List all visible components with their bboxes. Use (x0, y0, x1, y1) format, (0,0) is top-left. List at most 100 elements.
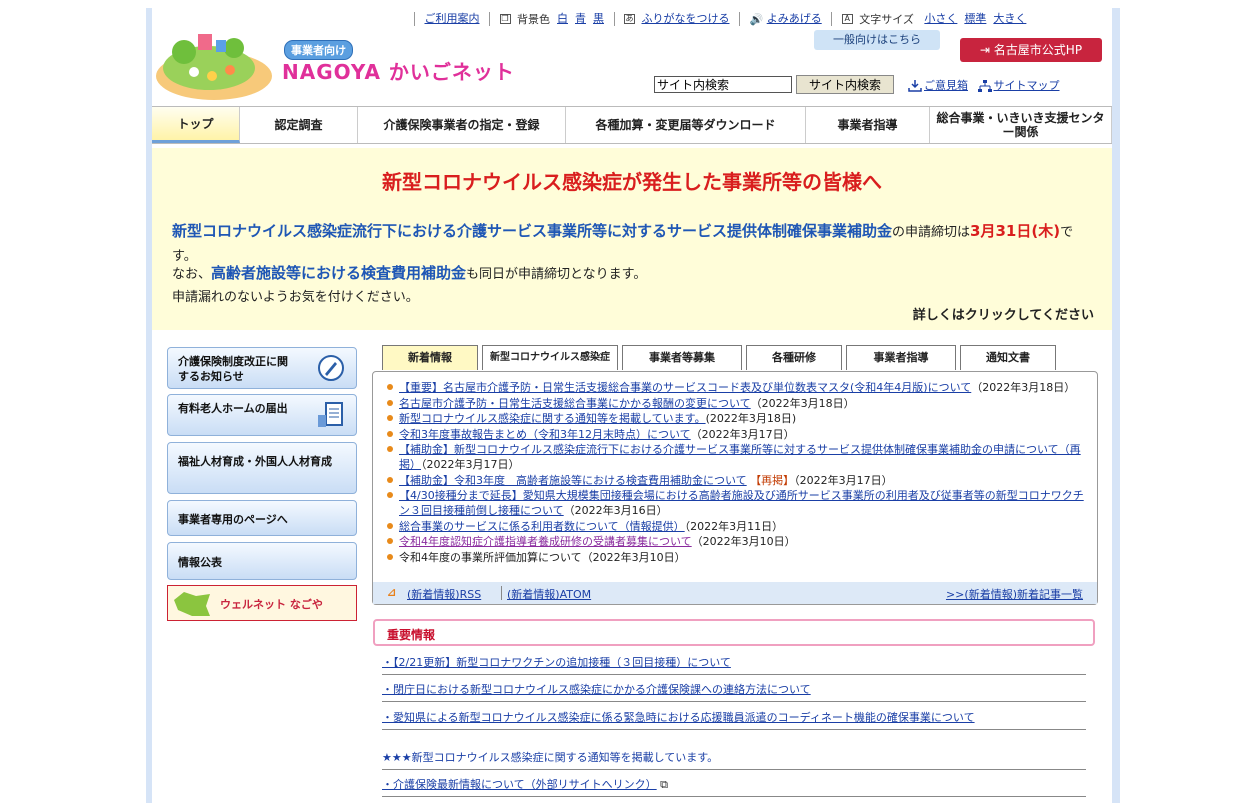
header-links: ご意見箱 サイトマップ (902, 77, 1060, 93)
guide-link[interactable]: ご利用案内 (425, 12, 480, 25)
nav-general-support[interactable]: 総合事業・いきいき支援センター関係 (930, 107, 1112, 143)
side-reform-button[interactable]: 介護保険制度改正に関するお知らせ (167, 347, 357, 389)
list-item: 新型コロナウイルス感染症に関する通知等を掲載しています。(2022年3月18日) (387, 411, 1089, 426)
city-official-label: 名古屋市公式HP (993, 43, 1083, 57)
news-date: (2022年3月18日) (705, 412, 797, 425)
search-input[interactable] (654, 76, 792, 93)
sitemap-link[interactable]: サイトマップ (994, 79, 1060, 92)
side-nursing-home-label: 有料老人ホームの届出 (178, 402, 288, 415)
news-text[interactable]: 令和4年度の事業所評価加算について (399, 551, 582, 564)
tab-covid[interactable]: 新型コロナウイルス感染症 (482, 345, 618, 370)
important-link[interactable]: ・介護保険最新情報について（外部リサイトへリンク） (382, 778, 657, 791)
news-date: （2022年3月17日） (421, 458, 520, 471)
news-link[interactable]: 【4/30接種分まで延長】愛知県大規模集団接種会場における高齢者施設及び通所サー… (399, 489, 1084, 517)
news-date: （2022年3月18日） (750, 396, 855, 410)
banner-line2: なお、高齢者施設等における検査費用補助金も同日が申請締切となります。 (172, 262, 646, 283)
bg-white-link[interactable]: 白 (557, 12, 568, 25)
side-info-button[interactable]: 情報公表 (167, 542, 357, 580)
news-date: （2022年3月17日） (794, 473, 893, 487)
welnet-label: ウェルネット なごや (220, 598, 323, 611)
nav-survey[interactable]: 認定調査 (240, 107, 358, 143)
bg-black-link[interactable]: 黒 (593, 12, 604, 25)
size-large-link[interactable]: 大きく (993, 12, 1026, 25)
furigana-icon: あ (624, 14, 635, 24)
important-heading: 重要情報 (373, 619, 1095, 646)
banner-line1: 新型コロナウイルス感染症流行下における介護サービス事業所等に対するサービス提供体… (172, 220, 1092, 268)
nav-top[interactable]: トップ (152, 107, 240, 143)
news-link[interactable]: 名古屋市介護予防・日常生活支援総合事業にかかる報酬の変更について (399, 397, 751, 410)
nav-download[interactable]: 各種加算・変更届等ダウンロード (566, 107, 806, 143)
tab-training[interactable]: 各種研修 (746, 345, 842, 370)
tab-news[interactable]: 新着情報 (382, 345, 478, 370)
tab-recruitment[interactable]: 事業者等募集 (622, 345, 742, 370)
news-link[interactable]: 【補助金】令和3年度 高齢者施設等における検査費用補助金について (399, 474, 747, 487)
news-link[interactable]: 令和4年度認知症介護指導者養成研修の受講者募集について (399, 535, 692, 548)
size-small-link[interactable]: 小さく (924, 12, 957, 25)
atom-link[interactable]: (新着情報)ATOM (507, 586, 591, 602)
map-icon (174, 592, 210, 616)
banner-test-subsidy: 高齢者施設等における検査費用補助金 (211, 264, 467, 282)
speaker-icon: 🔊 (749, 12, 764, 26)
document-icon (318, 402, 343, 427)
news-list: 【重要】名古屋市介護予防・日常生活支援総合事業のサービスコード表及び単位数表マス… (373, 372, 1097, 565)
important-link[interactable]: ・愛知県による新型コロナウイルス感染症に係る緊急時における応援職員派遣のコーディ… (382, 711, 975, 724)
important-link[interactable]: ・閉庁日における新型コロナウイルス感染症にかかる介護保険課への連絡方法について (382, 683, 811, 696)
news-date: （2022年3月18日） (971, 381, 1076, 394)
logo-graphic-icon[interactable] (154, 26, 274, 102)
news-link[interactable]: 令和3年度事故報告まとめ（令和3年12月末時点）について (399, 428, 691, 441)
download-icon (908, 80, 922, 92)
list-item: 総合事業のサービスに係る利用者数について（情報提供）（2022年3月11日） (387, 519, 1089, 534)
tab-guidance[interactable]: 事業者指導 (846, 345, 956, 370)
list-item: 【補助金】新型コロナウイルス感染症流行下における介護サービス事業所等に対するサー… (387, 442, 1089, 472)
important-item: ・閉庁日における新型コロナウイルス感染症にかかる介護保険課への連絡方法について (382, 683, 1086, 702)
covid-banner[interactable]: 新型コロナウイルス感染症が発生した事業所等の皆様へ 新型コロナウイルス感染症流行… (152, 148, 1112, 330)
side-reform-label: 介護保険制度改正に関するお知らせ (178, 355, 288, 383)
utility-bar: ご利用案内 ❐ 背景色 白 青 黒 あ ふりがなをつける 🔊 よみあげる A 文… (408, 10, 1026, 28)
banner-line2-pre: なお、 (172, 267, 212, 282)
side-nursing-home-button[interactable]: 有料老人ホームの届出 (167, 394, 357, 436)
nav-designation[interactable]: 介護保険事業者の指定・登録 (358, 107, 566, 143)
news-date: （2022年3月17日） (690, 427, 795, 441)
side-welfare-button[interactable]: 福祉人材育成・外国人人材育成 (167, 442, 357, 494)
list-item: 令和4年度の事業所評価加算について（2022年3月10日） (387, 550, 1089, 565)
text-size-label: 文字サイズ (859, 13, 914, 26)
bg-blue-link[interactable]: 青 (575, 12, 586, 25)
furigana-link[interactable]: ふりがなをつける (642, 12, 730, 25)
news-link[interactable]: 総合事業のサービスに係る利用者数について（情報提供） (399, 520, 685, 533)
banner-deadline-date: 3月31日(木) (970, 222, 1061, 240)
welnet-banner[interactable]: ウェルネット なごや (167, 585, 357, 621)
news-list-link[interactable]: >>(新着情報)新着記事一覧 (946, 586, 1083, 602)
important-item: ・【2/21更新】新型コロナワクチンの追加接種（３回目接種）について (382, 656, 1086, 675)
banner-more-link[interactable]: 詳しくはクリックしてください (913, 304, 1094, 323)
list-item: 【重要】名古屋市介護予防・日常生活支援総合事業のサービスコード表及び単位数表マス… (387, 380, 1089, 395)
search-button[interactable]: サイト内検索 (796, 75, 894, 94)
general-site-button[interactable]: 一般向けはこちら (814, 30, 940, 50)
news-date: （2022年3月11日） (684, 519, 784, 533)
banner-line3: 申請漏れのないようお気を付けください。 (172, 290, 419, 305)
news-link[interactable]: 新型コロナウイルス感染症に関する通知等を掲載しています。 (399, 412, 706, 425)
banner-subsidy-name: 新型コロナウイルス感染症流行下における介護サービス事業所等に対するサービス提供体… (172, 222, 893, 240)
tab-notices[interactable]: 通知文書 (960, 345, 1056, 370)
text-size-icon: A (841, 14, 853, 24)
page: ご利用案内 ❐ 背景色 白 青 黒 あ ふりがなをつける 🔊 よみあげる A 文… (152, 8, 1112, 803)
rss-link[interactable]: (新着情報)RSS (407, 586, 481, 602)
side-business-button[interactable]: 事業者専用のページへ (167, 500, 357, 536)
news-date: （2022年3月16日） (563, 504, 668, 517)
list-item: 令和3年度事故報告まとめ（令和3年12月末時点）について（2022年3月17日） (387, 427, 1089, 442)
read-aloud-link[interactable]: よみあげる (767, 12, 822, 25)
global-nav: トップ 認定調査 介護保険事業者の指定・登録 各種加算・変更届等ダウンロード 事… (152, 106, 1112, 144)
city-official-button[interactable]: ⇥ 名古屋市公式HP (960, 38, 1102, 62)
banner-deadline-label: の申請締切は (892, 225, 971, 240)
nav-guidance[interactable]: 事業者指導 (806, 107, 930, 143)
news-link[interactable]: 【重要】名古屋市介護予防・日常生活支援総合事業のサービスコード表及び単位数表マス… (399, 381, 971, 394)
opinion-link[interactable]: ご意見箱 (924, 79, 968, 92)
site-title[interactable]: NAGOYA かいごネット (282, 56, 515, 85)
news-tag: 【再掲】 (750, 473, 795, 487)
size-standard-link[interactable]: 標準 (964, 12, 986, 25)
news-date: （2022年3月10日） (581, 550, 686, 564)
bg-color-label: 背景色 (517, 13, 550, 26)
important-item: ★★★新型コロナウイルス感染症に関する通知等を掲載しています。 (382, 751, 1086, 770)
pen-icon (318, 355, 344, 381)
important-link[interactable]: ・【2/21更新】新型コロナワクチンの追加接種（３回目接種）について (382, 656, 731, 669)
important-link[interactable]: ★★★新型コロナウイルス感染症に関する通知等を掲載しています。 (382, 751, 718, 764)
